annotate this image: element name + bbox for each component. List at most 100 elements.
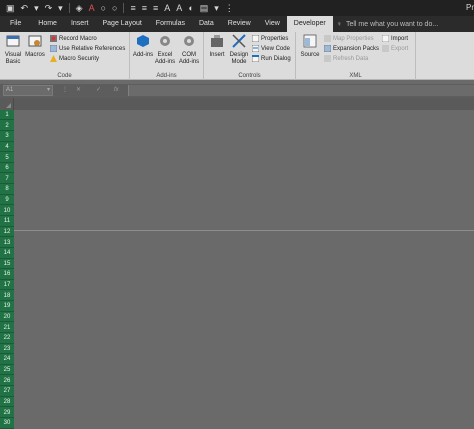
row-number[interactable]: 16	[0, 269, 14, 280]
insert-function-icon[interactable]: fx	[114, 85, 119, 96]
row-number[interactable]: 18	[0, 291, 14, 302]
circle-icon[interactable]: ○	[101, 0, 106, 16]
expansion-packs-button[interactable]: Expansion Packs	[324, 44, 379, 53]
tab-home[interactable]: Home	[31, 16, 64, 32]
row-number[interactable]: 23	[0, 344, 14, 355]
map-properties-button[interactable]: Map Properties	[324, 34, 374, 43]
redo-icon[interactable]: ↷	[45, 0, 53, 16]
tab-page-layout[interactable]: Page Layout	[95, 16, 148, 32]
macro-security-button[interactable]: Macro Security	[50, 54, 99, 63]
tab-developer[interactable]: Developer	[286, 16, 333, 32]
addins-button[interactable]: Add-ins	[132, 34, 154, 59]
refresh-icon	[324, 55, 331, 62]
com-addins-label: COM Add-ins	[178, 52, 200, 65]
circle-outline-icon[interactable]: ○	[112, 0, 117, 16]
row-number[interactable]: 30	[0, 418, 14, 429]
row-number[interactable]: 10	[0, 206, 14, 216]
font-increase-icon[interactable]: A	[164, 0, 170, 16]
import-button[interactable]: Import	[382, 34, 408, 43]
redo-dropdown-icon[interactable]: ▾	[58, 0, 63, 16]
column-headers[interactable]	[14, 98, 474, 110]
name-box[interactable]: A1 ▾	[3, 85, 53, 96]
dropdown-icon[interactable]: ▾	[214, 0, 219, 16]
row-number[interactable]: 25	[0, 365, 14, 376]
row-number[interactable]: 26	[0, 376, 14, 387]
row-number[interactable]: 2	[0, 121, 14, 131]
visual-basic-button[interactable]: Visual Basic	[2, 34, 24, 66]
row-headers[interactable]: 1 2 3 4 5 6 7 8 9 10 11 12 13 14 15 16 17 18 19 20 21 22 23 24 2…	[0, 110, 14, 429]
enter-icon[interactable]: ✓	[96, 85, 101, 96]
font-decrease-icon[interactable]: A	[176, 0, 182, 16]
addins-label: Add-ins	[132, 52, 154, 58]
tab-insert[interactable]: Insert	[64, 16, 96, 32]
tab-data[interactable]: Data	[192, 16, 221, 32]
align-center-icon[interactable]: ≡	[142, 0, 147, 16]
row-number[interactable]: 20	[0, 312, 14, 323]
window-title: Pr	[466, 3, 474, 12]
row-number[interactable]: 11	[0, 216, 14, 227]
visual-basic-label: Visual Basic	[4, 52, 22, 65]
camera-icon[interactable]: ▤	[200, 0, 209, 16]
tell-me-box[interactable]: ♀ Tell me what you want to do...	[337, 16, 438, 32]
row-number[interactable]: 27	[0, 386, 14, 397]
row-number[interactable]: 19	[0, 301, 14, 312]
worksheet-grid[interactable]	[14, 110, 474, 429]
properties-button[interactable]: Properties	[252, 34, 288, 43]
tab-review[interactable]: Review	[221, 16, 258, 32]
export-button[interactable]: Export	[382, 44, 408, 53]
align-right-icon[interactable]: ≡	[153, 0, 158, 16]
record-macro-label: Record Macro	[59, 35, 97, 42]
design-mode-button[interactable]: Design Mode	[228, 34, 250, 66]
source-icon	[303, 34, 317, 48]
row-number[interactable]: 15	[0, 259, 14, 270]
row-number[interactable]: 4	[0, 142, 14, 153]
insert-control-button[interactable]: Insert	[206, 34, 228, 59]
row-number[interactable]: 9	[0, 195, 14, 206]
row-number[interactable]: 5	[0, 153, 14, 163]
name-box-dropdown-icon[interactable]: ▾	[47, 86, 50, 95]
record-macro-button[interactable]: Record Macro	[50, 34, 97, 43]
row-number[interactable]: 14	[0, 248, 14, 259]
row-number[interactable]: 3	[0, 131, 14, 142]
select-all-button[interactable]	[0, 98, 14, 110]
row-number[interactable]: 24	[0, 354, 14, 365]
undo-dropdown-icon[interactable]: ▾	[34, 0, 39, 16]
more-icon[interactable]: ⋮	[225, 0, 234, 16]
row-number[interactable]: 17	[0, 280, 14, 291]
font-color-icon[interactable]: A	[89, 0, 95, 16]
fill-color-icon[interactable]: ◈	[76, 0, 83, 16]
tab-view[interactable]: View	[258, 16, 287, 32]
save-icon[interactable]: ▣	[6, 0, 15, 16]
undo-icon[interactable]: ↶	[21, 0, 29, 16]
lightbulb-icon: ♀	[336, 20, 342, 28]
row-number[interactable]: 28	[0, 397, 14, 408]
expansion-packs-label: Expansion Packs	[333, 45, 380, 52]
tab-formulas[interactable]: Formulas	[149, 16, 192, 32]
row-number[interactable]: 8	[0, 184, 14, 195]
row-number[interactable]: 21	[0, 323, 14, 333]
source-button[interactable]: Source	[299, 34, 321, 59]
align-left-icon[interactable]: ≡	[130, 0, 135, 16]
row-number[interactable]: 12	[0, 227, 14, 238]
use-relative-label: Use Relative References	[59, 45, 126, 52]
row-number[interactable]: 7	[0, 174, 14, 185]
tab-file[interactable]: File	[0, 16, 31, 32]
row-number[interactable]: 22	[0, 333, 14, 344]
export-icon	[382, 45, 389, 52]
view-code-button[interactable]: View Code	[252, 44, 290, 53]
paint-icon[interactable]: ◐	[188, 0, 193, 16]
row-number[interactable]: 29	[0, 408, 14, 418]
row-number[interactable]: 13	[0, 238, 14, 248]
use-relative-references-button[interactable]: Use Relative References	[50, 44, 125, 53]
row-number[interactable]: 6	[0, 163, 14, 174]
excel-addins-button[interactable]: Excel Add-ins	[154, 34, 176, 66]
com-addins-button[interactable]: COM Add-ins	[178, 34, 200, 66]
relative-references-icon	[50, 45, 57, 52]
insert-control-label: Insert	[209, 52, 225, 58]
row-number[interactable]: 1	[0, 110, 14, 121]
formula-input[interactable]	[128, 85, 474, 96]
run-dialog-button[interactable]: Run Dialog	[252, 54, 291, 63]
cancel-icon[interactable]: ✕	[76, 85, 81, 96]
refresh-data-button[interactable]: Refresh Data	[324, 54, 368, 63]
macros-button[interactable]: Macros	[24, 34, 46, 59]
